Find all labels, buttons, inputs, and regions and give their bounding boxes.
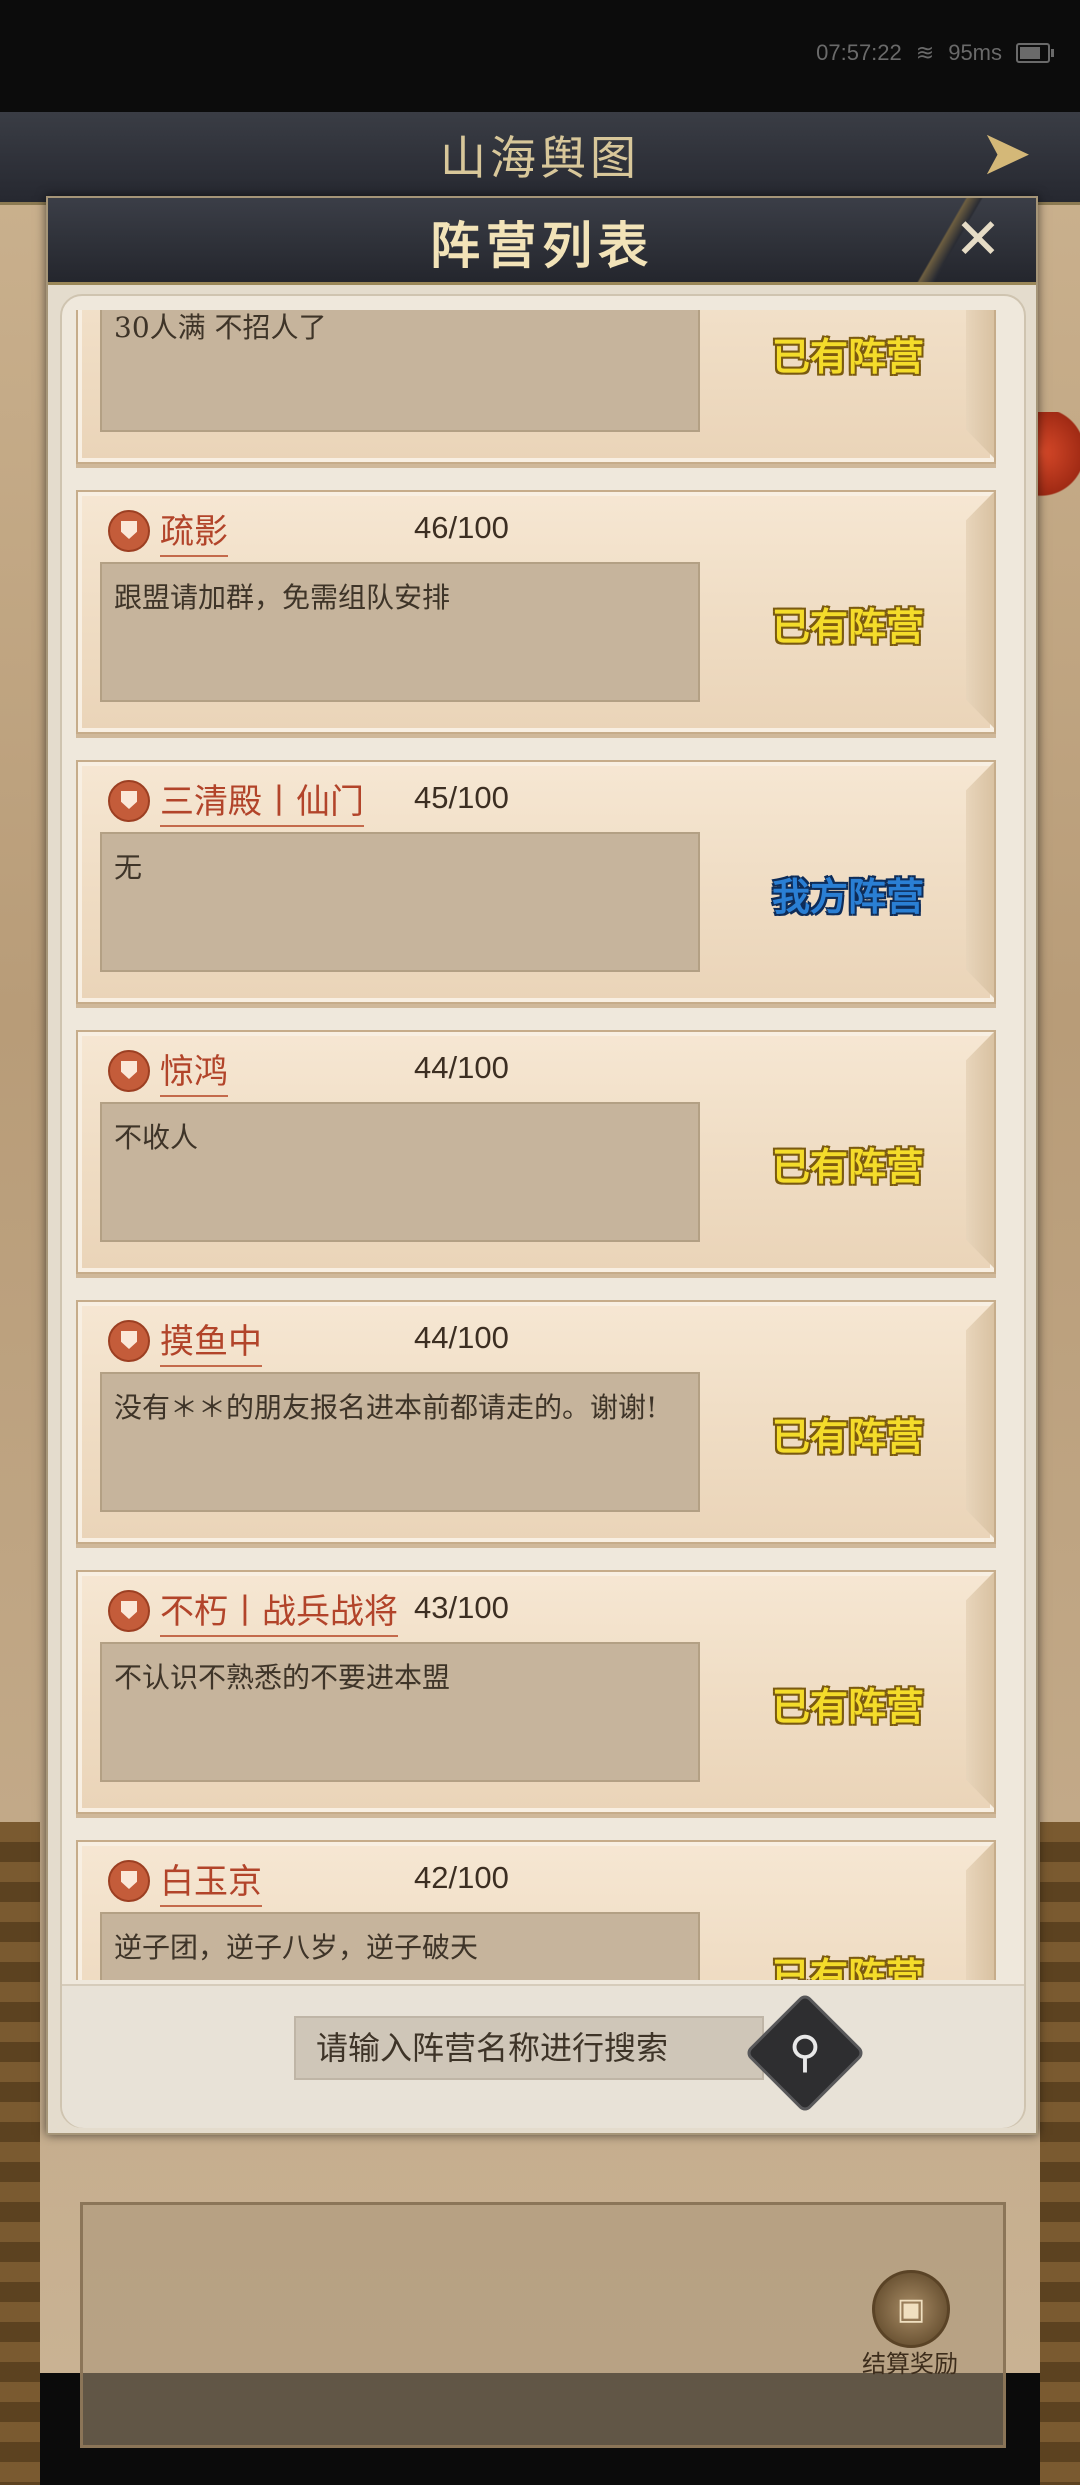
camp-status-mine: 我方阵营 <box>771 874 924 919</box>
shield-icon <box>108 1590 150 1632</box>
camp-member-count: 45/100 <box>414 780 509 815</box>
panel-header: 阵营列表 ✕ <box>48 198 1036 285</box>
close-icon[interactable]: ✕ <box>946 208 1010 272</box>
camp-status: 已有阵营 <box>771 334 924 379</box>
camp-status: 已有阵营 <box>771 1684 924 1729</box>
camp-description: 没有＊＊的朋友报名进本前都请走的。谢谢! <box>100 1372 700 1512</box>
camp-list-frame: 30人满 不招人了 已有阵营 疏影 46/100 跟盟请加群，免需组队安排 已有… <box>60 294 1026 2128</box>
camp-card[interactable]: 30人满 不招人了 已有阵营 <box>76 310 996 464</box>
camp-member-count: 44/100 <box>414 1050 509 1085</box>
scroll-rod-left <box>0 1822 40 2485</box>
arrow-right-icon[interactable]: ➤ <box>946 118 1066 188</box>
camp-name: 不朽丨战兵战将 <box>160 1584 398 1637</box>
reward-label[interactable]: 结算奖励 <box>850 2344 970 2379</box>
scene-bottom-frame <box>80 2202 1006 2448</box>
camp-member-count: 42/100 <box>414 1860 509 1895</box>
camp-name: 三清殿丨仙门 <box>160 774 364 827</box>
camp-list[interactable]: 30人满 不招人了 已有阵营 疏影 46/100 跟盟请加群，免需组队安排 已有… <box>76 310 1000 1980</box>
scroll-rod-right <box>1040 1822 1080 2485</box>
map-title: 山海舆图 <box>440 131 640 185</box>
status-bar: 07:57:22 ≋ 95ms <box>0 0 1080 112</box>
camp-status: 已有阵营 <box>771 1414 924 1459</box>
camp-status: 已有阵营 <box>771 604 924 649</box>
shield-icon <box>108 1050 150 1092</box>
camp-card[interactable]: 摸鱼中 44/100 没有＊＊的朋友报名进本前都请走的。谢谢! 已有阵营 <box>76 1300 996 1544</box>
camp-card[interactable]: 惊鸿 44/100 不收人 已有阵营 <box>76 1030 996 1274</box>
camp-description: 逆子团，逆子八岁，逆子破天 <box>100 1912 700 1980</box>
camp-description: 无 <box>100 832 700 972</box>
treasure-chest-icon[interactable]: ▣ <box>872 2270 950 2348</box>
camp-card[interactable]: 不朽丨战兵战将 43/100 不认识不熟悉的不要进本盟 已有阵营 <box>76 1570 996 1814</box>
status-indicators: 07:57:22 ≋ 95ms <box>816 40 1054 66</box>
search-button[interactable]: ⚲ <box>744 1992 866 2114</box>
camp-description: 跟盟请加群，免需组队安排 <box>100 562 700 702</box>
camp-description: 30人满 不招人了 <box>100 310 700 432</box>
search-bar: ⚲ <box>62 1984 1024 2128</box>
camp-card[interactable]: 疏影 46/100 跟盟请加群，免需组队安排 已有阵营 <box>76 490 996 734</box>
camp-list-panel: 阵营列表 ✕ 30人满 不招人了 已有阵营 疏影 46/100 跟盟请加群，免需… <box>46 196 1038 2135</box>
camp-name: 惊鸿 <box>160 1044 228 1097</box>
camp-description: 不收人 <box>100 1102 700 1242</box>
camp-status: 已有阵营 <box>771 1954 924 1980</box>
camp-name: 白玉京 <box>160 1854 262 1907</box>
camp-status: 已有阵营 <box>771 1144 924 1189</box>
shield-icon <box>108 510 150 552</box>
status-time: 07:57:22 <box>816 40 902 65</box>
camp-description: 不认识不熟悉的不要进本盟 <box>100 1642 700 1782</box>
camp-name: 疏影 <box>160 504 228 557</box>
search-input[interactable] <box>294 2016 764 2080</box>
battery-icon <box>1016 43 1054 63</box>
shield-icon <box>108 1320 150 1362</box>
shield-icon <box>108 1860 150 1902</box>
status-ping: 95ms <box>948 40 1002 65</box>
camp-card[interactable]: 三清殿丨仙门 45/100 无 我方阵营 <box>76 760 996 1004</box>
camp-name: 摸鱼中 <box>160 1314 262 1367</box>
shield-icon <box>108 780 150 822</box>
camp-member-count: 43/100 <box>414 1590 509 1625</box>
wifi-icon: ≋ <box>915 40 935 65</box>
camp-member-count: 46/100 <box>414 510 509 545</box>
search-icon: ⚲ <box>788 2027 822 2078</box>
camp-card[interactable]: 白玉京 42/100 逆子团，逆子八岁，逆子破天 已有阵营 <box>76 1840 996 1980</box>
camp-member-count: 44/100 <box>414 1320 509 1355</box>
map-header: 山海舆图 ➤ <box>0 112 1080 205</box>
